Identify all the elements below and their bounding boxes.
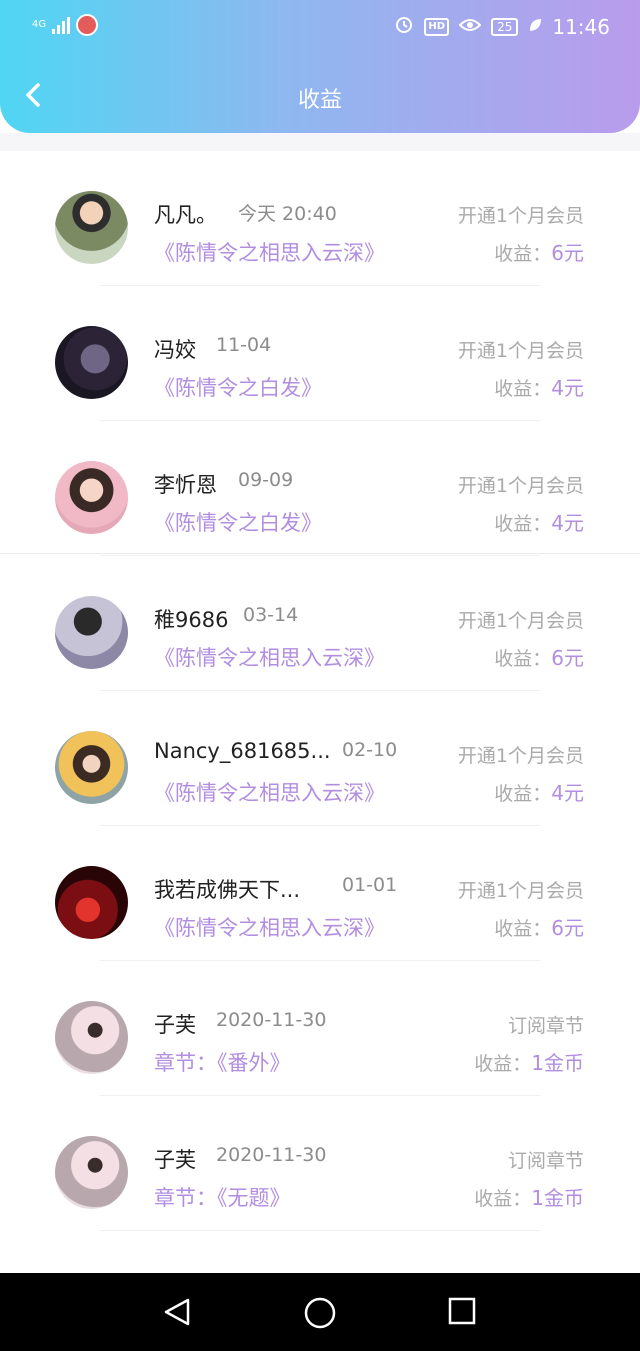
list-item[interactable]: 凡凡。 今天 20:40 《陈情令之相思入云深》 开通1个月会员 收益：6元 bbox=[0, 151, 640, 286]
user-name: 李忻恩 bbox=[154, 473, 217, 497]
user-name: 子芙 bbox=[154, 1148, 196, 1172]
item-date: 09-09 bbox=[238, 469, 294, 491]
earning-label: 收益： bbox=[494, 378, 552, 400]
recents-nav-button[interactable] bbox=[448, 1297, 476, 1329]
earning-amount: 收益：6元 bbox=[494, 642, 584, 671]
notification-app-icon bbox=[76, 14, 99, 36]
earning-label: 收益： bbox=[474, 1053, 532, 1075]
earning-label: 收益： bbox=[494, 918, 552, 940]
avatar bbox=[55, 461, 128, 534]
divider bbox=[100, 1230, 540, 1231]
header-bar: 4G HD 25 11:46 收益 bbox=[0, 0, 640, 133]
list-item[interactable]: 子芙 2020-11-30 章节：《番外》 订阅章节 收益：1金币 bbox=[0, 961, 640, 1096]
leaf-icon bbox=[528, 16, 542, 38]
chapter-title[interactable]: 章节：《无题》 bbox=[154, 1182, 291, 1212]
item-date: 2020-11-30 bbox=[216, 1009, 327, 1031]
system-nav-bar bbox=[0, 1273, 640, 1351]
user-name: 我若成佛天下... bbox=[154, 878, 301, 902]
circle-home-icon bbox=[304, 1297, 336, 1329]
battery-icon: 25 bbox=[491, 17, 519, 36]
earning-value: 4元 bbox=[551, 781, 584, 805]
network-type: 4G bbox=[32, 19, 47, 30]
list-item[interactable]: 我若成佛天下... 01-01 《陈情令之相思入云深》 开通1个月会员 收益：6… bbox=[0, 826, 640, 961]
item-date: 11-04 bbox=[216, 334, 272, 356]
avatar bbox=[55, 191, 128, 264]
earning-label: 收益： bbox=[494, 648, 552, 670]
item-date: 02-10 bbox=[342, 739, 398, 761]
earning-type: 订阅章节 bbox=[507, 1150, 584, 1172]
home-nav-button[interactable] bbox=[304, 1297, 336, 1333]
eye-icon bbox=[458, 16, 482, 38]
earnings-list: 凡凡。 今天 20:40 《陈情令之相思入云深》 开通1个月会员 收益：6元 冯… bbox=[0, 151, 640, 1231]
avatar bbox=[55, 596, 128, 669]
list-item[interactable]: 冯姣 11-04 《陈情令之白发》 开通1个月会员 收益：4元 bbox=[0, 286, 640, 421]
user-name: 稚9686 bbox=[154, 608, 229, 632]
header-spacer bbox=[0, 133, 640, 151]
user-name: 凡凡。 bbox=[154, 203, 217, 227]
earning-type: 开通1个月会员 bbox=[457, 745, 584, 767]
hd-icon: HD bbox=[424, 17, 450, 36]
avatar bbox=[55, 731, 128, 804]
status-left: 4G bbox=[32, 14, 99, 36]
signal-icon bbox=[52, 16, 71, 34]
earning-value: 4元 bbox=[551, 511, 584, 535]
item-date: 今天 20:40 bbox=[238, 203, 337, 225]
avatar bbox=[55, 1001, 128, 1074]
earning-value: 6元 bbox=[551, 916, 584, 940]
list-item[interactable]: 李忻恩 09-09 《陈情令之白发》 开通1个月会员 收益：4元 bbox=[0, 421, 640, 556]
book-title[interactable]: 《陈情令之白发》 bbox=[154, 507, 322, 537]
section-divider bbox=[0, 553, 640, 554]
user-name: 子芙 bbox=[154, 1013, 196, 1037]
user-name: 冯姣 bbox=[154, 338, 196, 362]
earning-value: 6元 bbox=[551, 646, 584, 670]
item-date: 2020-11-30 bbox=[216, 1144, 327, 1166]
earning-amount: 收益：1金币 bbox=[474, 1182, 584, 1211]
earning-amount: 收益：4元 bbox=[494, 777, 584, 806]
book-title[interactable]: 《陈情令之相思入云深》 bbox=[154, 642, 385, 672]
earning-type: 开通1个月会员 bbox=[457, 610, 584, 632]
item-date: 03-14 bbox=[243, 604, 299, 626]
book-title[interactable]: 《陈情令之白发》 bbox=[154, 372, 322, 402]
status-right: HD 25 11:46 bbox=[394, 14, 610, 39]
earning-amount: 收益：1金币 bbox=[474, 1047, 584, 1076]
earning-amount: 收益：4元 bbox=[494, 372, 584, 401]
page-title: 收益 bbox=[297, 88, 342, 113]
earning-type: 开通1个月会员 bbox=[457, 475, 584, 497]
status-time: 11:46 bbox=[552, 14, 610, 39]
back-nav-button[interactable] bbox=[162, 1297, 192, 1331]
status-bar: 4G HD 25 11:46 bbox=[0, 0, 640, 56]
earning-amount: 收益：6元 bbox=[494, 912, 584, 941]
list-item[interactable]: 子芙 2020-11-30 章节：《无题》 订阅章节 收益：1金币 bbox=[0, 1096, 640, 1231]
earning-amount: 收益：6元 bbox=[494, 237, 584, 266]
avatar bbox=[55, 326, 128, 399]
earning-type: 开通1个月会员 bbox=[457, 340, 584, 362]
earning-label: 收益： bbox=[494, 513, 552, 535]
item-date: 01-01 bbox=[342, 874, 398, 896]
earning-value: 6元 bbox=[551, 241, 584, 265]
earning-value: 1金币 bbox=[531, 1051, 584, 1075]
earning-label: 收益： bbox=[494, 783, 552, 805]
avatar bbox=[55, 866, 128, 939]
list-item[interactable]: Nancy_681685... 02-10 《陈情令之相思入云深》 开通1个月会… bbox=[0, 691, 640, 826]
earning-amount: 收益：4元 bbox=[494, 507, 584, 536]
book-title[interactable]: 《陈情令之相思入云深》 bbox=[154, 777, 385, 807]
alarm-icon bbox=[394, 14, 414, 39]
earning-value: 4元 bbox=[551, 376, 584, 400]
chapter-title[interactable]: 章节：《番外》 bbox=[154, 1047, 291, 1077]
earning-type: 开通1个月会员 bbox=[457, 880, 584, 902]
earning-value: 1金币 bbox=[531, 1186, 584, 1210]
book-title[interactable]: 《陈情令之相思入云深》 bbox=[154, 912, 385, 942]
earning-label: 收益： bbox=[494, 243, 552, 265]
earning-label: 收益： bbox=[474, 1188, 532, 1210]
list-item[interactable]: 稚9686 03-14 《陈情令之相思入云深》 开通1个月会员 收益：6元 bbox=[0, 556, 640, 691]
triangle-back-icon bbox=[164, 1298, 190, 1326]
earning-type: 开通1个月会员 bbox=[457, 205, 584, 227]
earning-type: 订阅章节 bbox=[507, 1015, 584, 1037]
avatar bbox=[55, 1136, 128, 1209]
square-recents-icon bbox=[448, 1297, 476, 1325]
book-title[interactable]: 《陈情令之相思入云深》 bbox=[154, 237, 385, 267]
user-name: Nancy_681685... bbox=[154, 739, 331, 763]
